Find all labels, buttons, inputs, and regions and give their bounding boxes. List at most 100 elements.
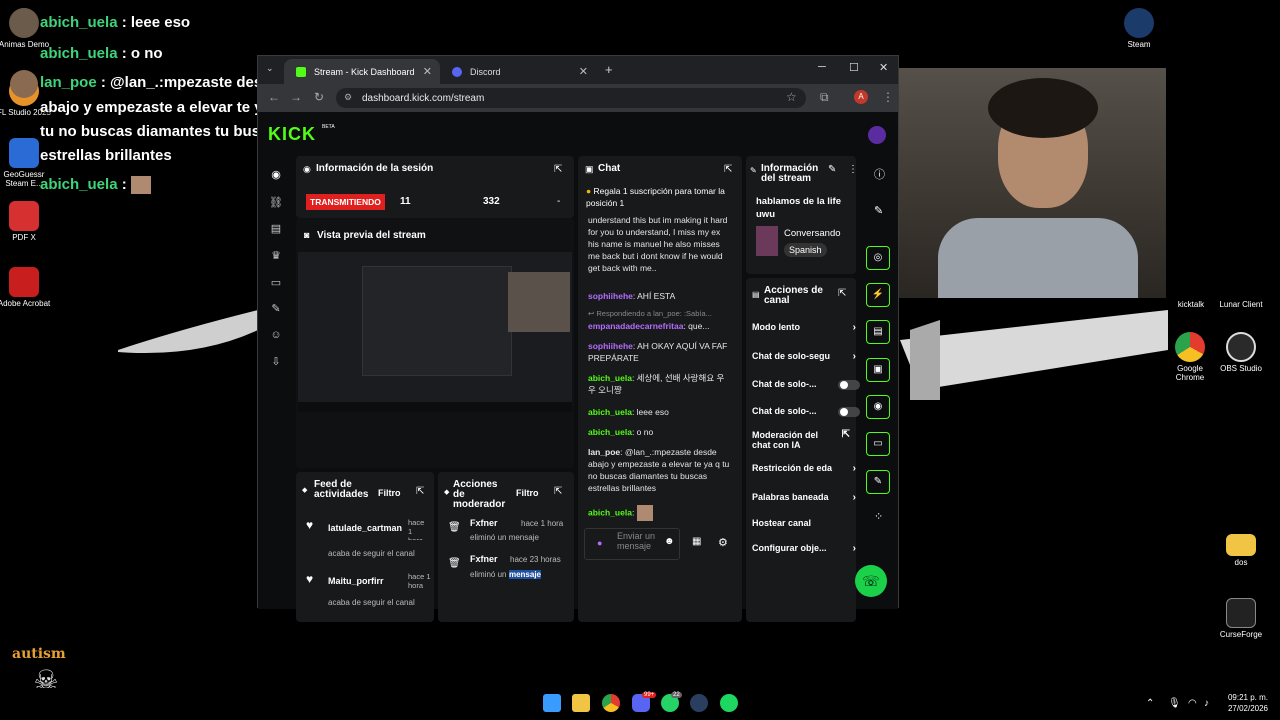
windows-start-icon[interactable] [543, 694, 561, 712]
emotes-only-chat-toggle[interactable]: Chat de solo-... [752, 406, 860, 417]
edit-icon: ✎ [750, 166, 757, 175]
microphone-icon[interactable]: 🎙 [1168, 698, 1181, 709]
stream-preview-video[interactable] [298, 252, 572, 412]
community-icon[interactable]: ☺ [269, 329, 283, 343]
desktop-icon-acrobat[interactable]: Adobe Acrobat [0, 267, 52, 308]
close-window-button[interactable]: ✕ [879, 61, 888, 74]
age-restriction-action[interactable]: Restricción de eda › [752, 463, 856, 474]
settings-gear-icon[interactable]: ⚙ [718, 536, 728, 549]
clock-time[interactable]: 09:21 p. m. [1222, 693, 1268, 702]
desktop-icon-chrome[interactable]: Google Chrome [1162, 332, 1218, 382]
mod-filter-button[interactable]: Filtro [516, 488, 539, 498]
trophy-icon[interactable]: ♛ [269, 249, 283, 263]
flash-icon[interactable]: ⚡ [866, 283, 890, 307]
configure-goals-action[interactable]: Configurar obje... › [752, 543, 856, 554]
desktop-icon-dos-folder[interactable]: dos [1213, 530, 1269, 567]
popout-icon[interactable]: ⇱ [416, 486, 424, 497]
tools-icon[interactable]: ✎ [269, 302, 283, 316]
url-input[interactable]: ⚙ dashboard.kick.com/stream [336, 88, 806, 108]
stream-icon[interactable]: ◉ [269, 168, 283, 182]
back-icon[interactable]: ← [268, 90, 280, 104]
layout-icon[interactable]: ▭ [866, 432, 890, 456]
session-icon: ◉ [303, 164, 311, 174]
support-button[interactable]: ☏ [855, 565, 887, 597]
volume-icon[interactable]: ♪ [1204, 698, 1209, 709]
chrome-taskbar-icon[interactable] [602, 694, 620, 712]
close-tab-icon[interactable]: ✕ [579, 65, 588, 78]
edit-pencil-icon[interactable]: ✎ [828, 164, 836, 175]
toggle-switch[interactable] [838, 380, 860, 390]
store-icon[interactable]: ▦ [692, 536, 701, 547]
link-icon[interactable]: ⛓ [269, 196, 283, 210]
popout-icon[interactable]: ⇱ [724, 164, 732, 175]
menu-icon[interactable]: ⋮ [882, 90, 894, 104]
folder-icon [1226, 534, 1256, 556]
extensions-icon[interactable]: ⧉ [820, 90, 829, 105]
tab-kick-dashboard[interactable]: Stream - Kick Dashboard ✕ [284, 59, 440, 84]
banned-words-action[interactable]: Palabras baneada › [752, 492, 856, 503]
download-icon[interactable]: ⇩ [269, 355, 283, 369]
steam-taskbar-icon[interactable] [690, 694, 708, 712]
subs-only-chat-toggle[interactable]: Chat de solo-... [752, 379, 860, 390]
tray-chevron-icon[interactable]: ⌃ [1146, 698, 1154, 709]
popout-icon[interactable]: ⇱ [554, 164, 562, 175]
popout-icon[interactable]: ⇱ [554, 486, 562, 497]
feed-filter-button[interactable]: Filtro [378, 488, 401, 498]
clip-icon[interactable]: ◎ [866, 246, 890, 270]
desktop-icon-obs[interactable]: OBS Studio [1213, 332, 1269, 373]
followers-only-chat-action[interactable]: Chat de solo-segu › [752, 351, 856, 362]
desktop-icon-steam[interactable]: Steam [1111, 8, 1167, 49]
desktop-icon-curseforge[interactable]: CurseForge [1213, 598, 1269, 639]
minimize-button[interactable]: ─ [818, 61, 826, 73]
clock-date[interactable]: 27/02/2026 [1222, 704, 1268, 713]
forward-icon[interactable]: → [290, 90, 302, 104]
spotify-taskbar-icon[interactable] [720, 694, 738, 712]
reload-icon[interactable]: ↻ [314, 90, 324, 104]
overlay-avatar [10, 70, 38, 98]
ai-moderation-action[interactable]: Moderación del chat con IA ⇱ [752, 430, 850, 451]
trash-icon: 🗑 [448, 522, 461, 533]
video-icon[interactable]: ▭ [269, 276, 283, 290]
emote-picker-icon[interactable]: ☻ [664, 536, 675, 547]
emote-icon [636, 505, 653, 521]
desktop-icon-pdfx[interactable]: PDF X [0, 201, 52, 242]
edit-icon[interactable]: ✎ [874, 204, 883, 217]
activity-feed-panel: ◆ Feed de actividades Filtro ⇱ ♥ latulade… [296, 472, 434, 622]
desktop-icon-kicktalk[interactable]: kicktalk [1163, 300, 1219, 309]
wrench-icon[interactable]: ✎ [866, 470, 890, 494]
broadcast-icon[interactable]: ◉ [866, 395, 890, 419]
desktop-icon-lunar[interactable]: Lunar Client [1213, 300, 1269, 309]
wifi-icon[interactable]: ◠ [1188, 698, 1197, 709]
kick-logo[interactable]: KICK [268, 124, 316, 145]
chat-bubble-icon[interactable]: ▣ [866, 358, 890, 382]
site-info-icon[interactable]: ⚙ [344, 92, 352, 103]
chat-message: abich_uela: [588, 505, 732, 521]
analytics-icon[interactable]: ▤ [269, 222, 283, 236]
autism-watermark: autism [12, 646, 66, 662]
popout-icon[interactable]: ⇱ [838, 288, 846, 299]
close-tab-icon[interactable]: ✕ [423, 65, 432, 78]
mic-icon[interactable]: ● [597, 538, 602, 548]
acrobat-icon [9, 267, 39, 297]
toggle-switch[interactable] [838, 407, 860, 417]
slow-mode-action[interactable]: Modo lento › [752, 322, 856, 333]
file-explorer-icon[interactable] [572, 694, 590, 712]
more-icon[interactable]: ⋮ [848, 164, 858, 175]
notes-icon[interactable]: ▤ [866, 320, 890, 344]
new-tab-button[interactable]: + [605, 62, 613, 77]
curseforge-icon [1226, 598, 1256, 628]
profile-avatar[interactable]: A [854, 90, 868, 104]
preview-title: Vista previa del stream [317, 230, 426, 241]
info-icon[interactable]: ⓘ [874, 166, 885, 182]
tab-search-button[interactable]: ⌄ [266, 63, 274, 74]
language-badge: Spanish [784, 243, 827, 257]
apps-icon[interactable]: ⁘ [874, 510, 883, 523]
maximize-button[interactable]: ☐ [849, 61, 859, 74]
tab-discord[interactable]: Discord ✕ [440, 59, 596, 84]
pinned-message[interactable]: ● Regala 1 suscripción para tomar la pos… [586, 185, 736, 209]
bookmark-star-icon[interactable]: ☆ [786, 90, 797, 104]
host-channel-action[interactable]: Hostear canal [752, 518, 852, 528]
user-avatar[interactable] [868, 126, 886, 144]
chat-message: abich_uela: o no [588, 427, 654, 437]
preview-icon: ◙ [304, 230, 310, 240]
